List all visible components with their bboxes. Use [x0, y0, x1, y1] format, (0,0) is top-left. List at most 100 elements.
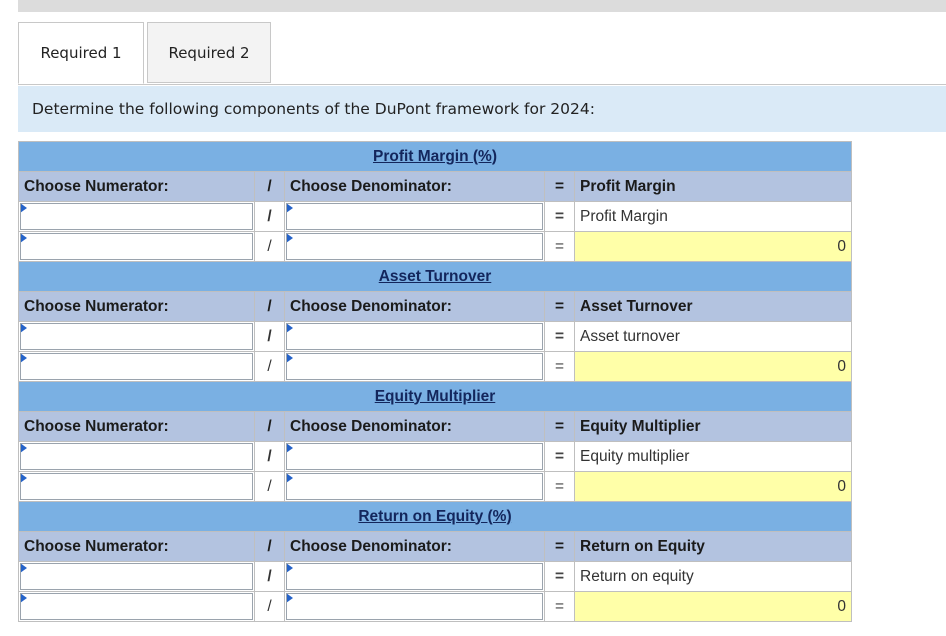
result-value: 0 [574, 231, 852, 262]
denominator-amount-input[interactable] [286, 593, 543, 620]
denominator-input[interactable] [286, 203, 543, 230]
section-title: Profit Margin (%) [373, 147, 497, 165]
divide-sign: / [254, 441, 285, 472]
input-row: / = 0 [18, 231, 852, 262]
denominator-dropdown-1[interactable] [284, 201, 545, 232]
divide-sign: / [254, 291, 285, 322]
section-title: Return on Equity (%) [358, 507, 512, 525]
input-row: / = 0 [18, 351, 852, 382]
instruction-text: Determine the following components of th… [18, 86, 946, 132]
result-label: Return on equity [574, 561, 852, 592]
numerator-amount-input[interactable] [20, 473, 253, 500]
numerator-amount-input[interactable] [20, 593, 253, 620]
tab-bar: Required 1 Required 2 [18, 22, 946, 85]
denominator-dropdown-1[interactable] [284, 321, 545, 352]
numerator-dropdown-1[interactable] [18, 201, 255, 232]
numerator-dropdown-1[interactable] [18, 441, 255, 472]
denominator-input-2[interactable] [284, 591, 545, 622]
equals-sign: = [544, 531, 575, 562]
numerator-input-2[interactable] [18, 351, 255, 382]
result-value: 0 [574, 591, 852, 622]
section-title: Asset Turnover [378, 267, 492, 285]
top-bar [18, 0, 946, 12]
equals-sign: = [544, 441, 575, 472]
input-row: / = 0 [18, 471, 852, 502]
section-title: Equity Multiplier [374, 387, 496, 405]
result-label: Asset turnover [574, 321, 852, 352]
denominator-dropdown-1[interactable] [284, 561, 545, 592]
denominator-input-2[interactable] [284, 231, 545, 262]
numerator-input-2[interactable] [18, 231, 255, 262]
numerator-header: Choose Numerator: [18, 291, 255, 322]
label-row: Choose Numerator: / Choose Denominator: … [18, 531, 852, 562]
numerator-header: Choose Numerator: [18, 411, 255, 442]
divide-sign: / [254, 471, 285, 502]
denominator-header: Choose Denominator: [284, 411, 545, 442]
input-row: / = 0 [18, 591, 852, 622]
numerator-input[interactable] [20, 443, 253, 470]
divide-sign: / [254, 411, 285, 442]
result-header: Return on Equity [574, 531, 852, 562]
section-header-row: Equity Multiplier [18, 381, 852, 412]
numerator-input-2[interactable] [18, 471, 255, 502]
denominator-amount-input[interactable] [286, 473, 543, 500]
numerator-header: Choose Numerator: [18, 171, 255, 202]
equals-sign: = [544, 471, 575, 502]
result-header: Asset Turnover [574, 291, 852, 322]
result-label: Equity multiplier [574, 441, 852, 472]
denominator-amount-input[interactable] [286, 233, 543, 260]
dupont-table: Profit Margin (%) Choose Numerator: / Ch… [18, 141, 852, 622]
divide-sign: / [254, 561, 285, 592]
denominator-input[interactable] [286, 443, 543, 470]
numerator-amount-input[interactable] [20, 353, 253, 380]
equals-sign: = [544, 201, 575, 232]
equals-sign: = [544, 171, 575, 202]
tab-required-1[interactable]: Required 1 [18, 22, 144, 84]
numerator-input[interactable] [20, 323, 253, 350]
denominator-header: Choose Denominator: [284, 171, 545, 202]
input-row: / = Equity multiplier [18, 441, 852, 472]
divide-sign: / [254, 531, 285, 562]
section-header-row: Return on Equity (%) [18, 501, 852, 532]
tab-required-2[interactable]: Required 2 [147, 22, 271, 83]
denominator-input[interactable] [286, 563, 543, 590]
numerator-input[interactable] [20, 203, 253, 230]
numerator-header: Choose Numerator: [18, 531, 255, 562]
section-header-row: Profit Margin (%) [18, 141, 852, 172]
divide-sign: / [254, 321, 285, 352]
equals-sign: = [544, 231, 575, 262]
input-row: / = Profit Margin [18, 201, 852, 232]
denominator-input-2[interactable] [284, 351, 545, 382]
numerator-input[interactable] [20, 563, 253, 590]
numerator-input-2[interactable] [18, 591, 255, 622]
denominator-input-2[interactable] [284, 471, 545, 502]
result-header: Profit Margin [574, 171, 852, 202]
denominator-header: Choose Denominator: [284, 531, 545, 562]
equals-sign: = [544, 321, 575, 352]
label-row: Choose Numerator: / Choose Denominator: … [18, 411, 852, 442]
divide-sign: / [254, 171, 285, 202]
numerator-dropdown-1[interactable] [18, 561, 255, 592]
divide-sign: / [254, 231, 285, 262]
result-label: Profit Margin [574, 201, 852, 232]
denominator-amount-input[interactable] [286, 353, 543, 380]
equals-sign: = [544, 561, 575, 592]
divide-sign: / [254, 201, 285, 232]
result-value: 0 [574, 471, 852, 502]
numerator-amount-input[interactable] [20, 233, 253, 260]
equals-sign: = [544, 291, 575, 322]
label-row: Choose Numerator: / Choose Denominator: … [18, 171, 852, 202]
input-row: / = Return on equity [18, 561, 852, 592]
divide-sign: / [254, 591, 285, 622]
denominator-header: Choose Denominator: [284, 291, 545, 322]
numerator-dropdown-1[interactable] [18, 321, 255, 352]
equals-sign: = [544, 351, 575, 382]
label-row: Choose Numerator: / Choose Denominator: … [18, 291, 852, 322]
denominator-dropdown-1[interactable] [284, 441, 545, 472]
divide-sign: / [254, 351, 285, 382]
equals-sign: = [544, 591, 575, 622]
denominator-input[interactable] [286, 323, 543, 350]
result-value: 0 [574, 351, 852, 382]
result-header: Equity Multiplier [574, 411, 852, 442]
section-header-row: Asset Turnover [18, 261, 852, 292]
